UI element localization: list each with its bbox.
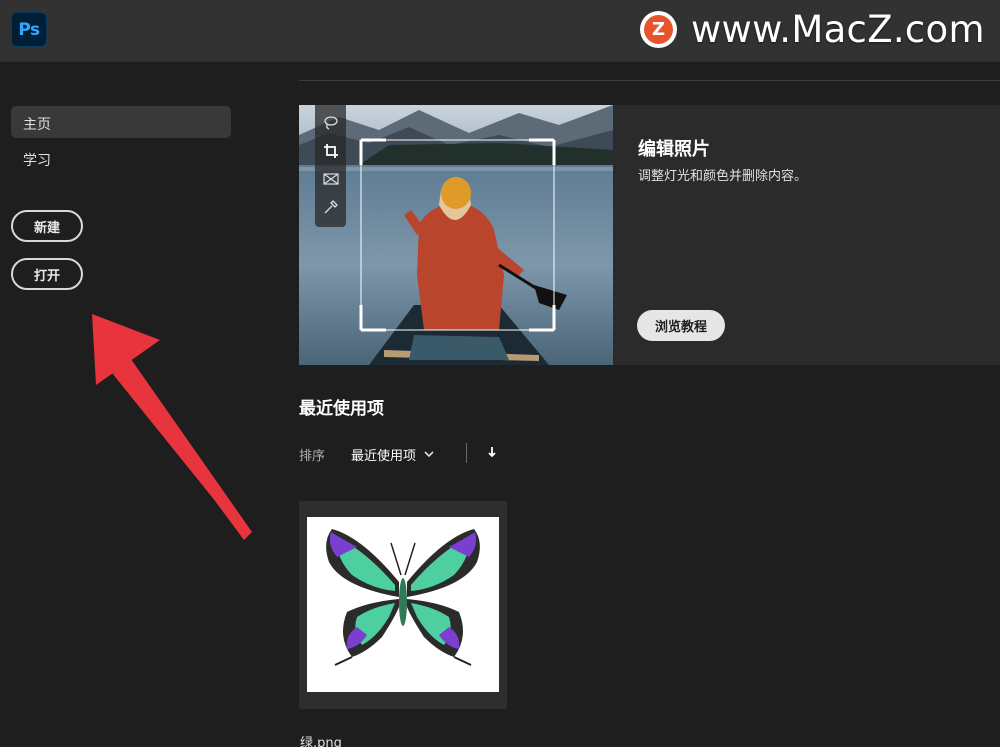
hero-image bbox=[299, 105, 613, 365]
sidebar-item-learn[interactable]: 学习 bbox=[11, 142, 231, 174]
sort-value: 最近使用项 bbox=[351, 449, 417, 464]
sidebar: 主页 学习 新建 打开 bbox=[0, 62, 250, 747]
sort-dropdown[interactable]: 最近使用项 bbox=[351, 445, 435, 464]
title-bar: Ps Z www.MacZ.com bbox=[0, 0, 1000, 62]
frame-icon[interactable] bbox=[315, 165, 346, 193]
open-button[interactable]: 打开 bbox=[11, 258, 83, 290]
browse-tutorials-button[interactable]: 浏览教程 bbox=[637, 310, 725, 341]
hero-description: 调整灯光和颜色并删除内容。 bbox=[638, 169, 808, 184]
sort-direction-button[interactable] bbox=[482, 442, 502, 464]
watermark: Z www.MacZ.com bbox=[640, 7, 985, 51]
photoshop-logo[interactable]: Ps bbox=[11, 12, 47, 47]
tool-strip bbox=[315, 105, 346, 227]
butterfly-image bbox=[326, 529, 480, 666]
hero-title: 编辑照片 bbox=[638, 139, 710, 160]
file-thumbnail bbox=[307, 517, 499, 692]
recent-file-card[interactable] bbox=[299, 501, 507, 709]
eyedropper-icon[interactable] bbox=[315, 193, 346, 221]
new-button[interactable]: 新建 bbox=[11, 210, 83, 242]
edit-photo-card: 编辑照片 调整灯光和颜色并删除内容。 浏览教程 bbox=[299, 105, 1000, 365]
crop-icon[interactable] bbox=[315, 137, 346, 165]
sort-label: 排序 bbox=[299, 449, 326, 464]
sort-divider bbox=[466, 443, 467, 463]
lasso-icon[interactable] bbox=[315, 109, 346, 137]
sidebar-item-label: 学习 bbox=[23, 153, 51, 169]
lake-canoe-image bbox=[299, 105, 613, 365]
chevron-down-icon bbox=[423, 447, 435, 462]
sidebar-item-label: 主页 bbox=[23, 117, 51, 133]
sidebar-item-home[interactable]: 主页 bbox=[11, 106, 231, 138]
watermark-text: www.MacZ.com bbox=[691, 7, 985, 51]
file-name: 绿.png bbox=[300, 736, 342, 747]
watermark-badge-icon: Z bbox=[640, 10, 677, 48]
recent-section-title: 最近使用项 bbox=[299, 399, 384, 419]
arrow-down-icon bbox=[487, 444, 497, 463]
header-divider bbox=[299, 80, 1000, 81]
